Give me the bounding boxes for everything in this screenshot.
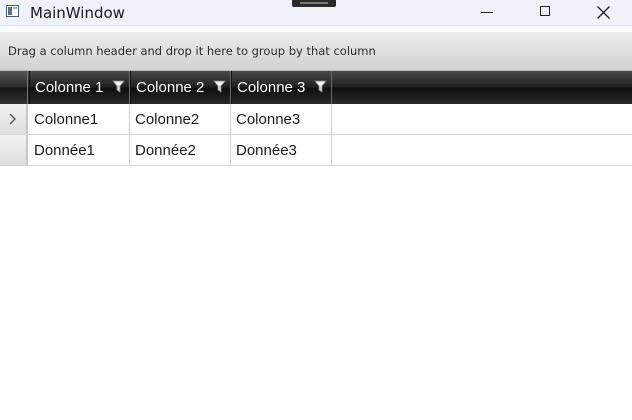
grid-header-row: Colonne 1 Colonne 2 Colonne 3 [0,71,632,104]
group-by-panel[interactable]: Drag a column header and drop it here to… [0,32,632,71]
close-icon [597,6,610,19]
column-header-3[interactable]: Colonne 3 [231,71,332,104]
table-row[interactable]: Colonne1 Colonne2 Colonne3 [0,104,632,135]
row-indicator[interactable] [0,104,28,134]
close-button[interactable] [574,0,632,25]
window-title: MainWindow [30,4,125,22]
table-cell[interactable]: Donnée3 [231,135,332,165]
table-row[interactable]: Donnée1 Donnée2 Donnée3 [0,135,632,166]
snap-bar-handle[interactable] [292,0,336,7]
filter-icon[interactable] [213,80,226,94]
row-indicator[interactable] [0,135,28,165]
cell-value: Colonne2 [135,111,200,128]
table-cell[interactable]: Donnée2 [130,135,231,165]
minimize-button[interactable] [458,0,516,25]
table-cell[interactable]: Colonne3 [231,104,332,134]
filter-icon[interactable] [112,80,125,94]
cell-value: Donnée1 [34,142,95,159]
table-cell[interactable]: Colonne1 [29,104,130,134]
table-cell[interactable]: Donnée1 [29,135,130,165]
column-header-label: Colonne 3 [237,79,306,96]
filter-icon[interactable] [314,80,327,94]
column-header-label: Colonne 1 [35,79,104,96]
table-cell[interactable]: Colonne2 [130,104,231,134]
column-header-1[interactable]: Colonne 1 [29,71,130,104]
column-header-2[interactable]: Colonne 2 [130,71,231,104]
cell-value: Donnée2 [135,142,196,159]
cell-value: Colonne3 [236,111,301,128]
title-bar[interactable]: MainWindow [0,0,632,26]
column-header-label: Colonne 2 [136,79,205,96]
cell-value: Donnée3 [236,142,297,159]
maximize-button[interactable] [516,0,574,25]
row-indicator-header [0,71,28,104]
window-icon [6,5,19,17]
group-panel-hint: Drag a column header and drop it here to… [8,44,376,58]
current-row-arrow-icon [9,113,16,125]
cell-value: Colonne1 [34,111,99,128]
